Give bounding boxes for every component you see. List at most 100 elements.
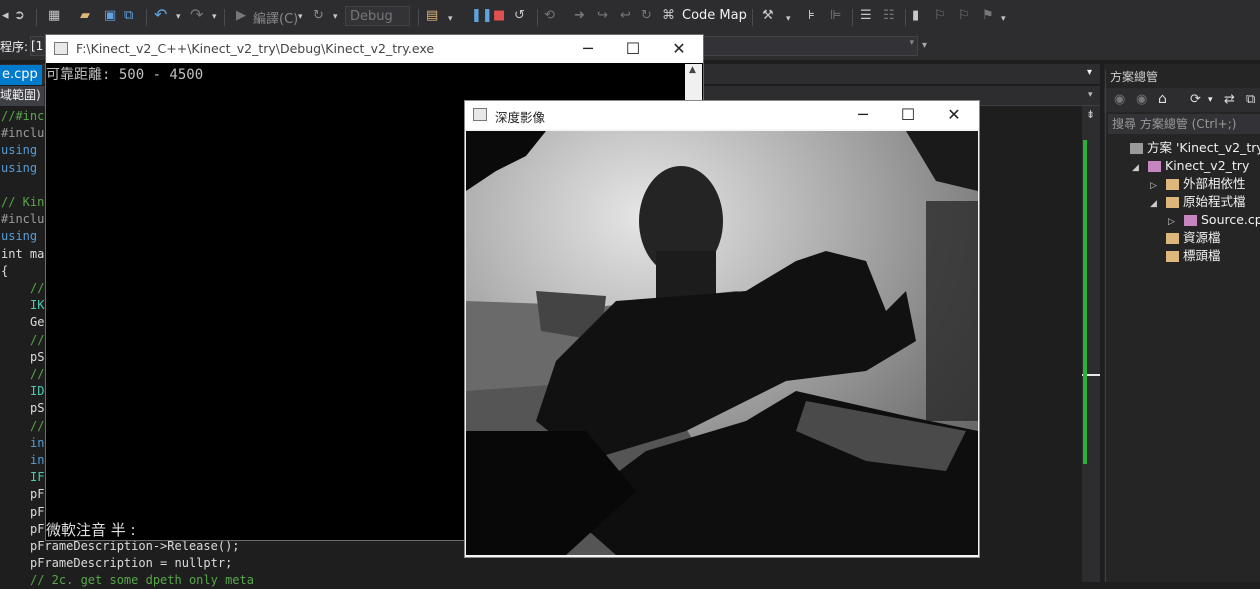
console-scroll-up-icon[interactable]: ▲ [689, 65, 696, 75]
collapse-all-icon[interactable]: ⧉ [1246, 92, 1255, 107]
console-maximize-button[interactable]: ☐ [611, 37, 655, 61]
scope-select[interactable]: 域範圍) [0, 86, 44, 105]
code-line: pF [30, 487, 45, 502]
tree-item-label: 方案 'Kinect_v2_try' (1 [1147, 140, 1260, 155]
configuration-value: Debug [350, 9, 393, 24]
save-all-icon[interactable]: ⧉ [124, 8, 133, 23]
tab-source-cpp[interactable]: e.cpp [0, 65, 42, 85]
collapsed-arrow-icon[interactable]: ▷ [1150, 178, 1166, 194]
history-icon[interactable]: ⟳ [1190, 92, 1201, 107]
more-dropdown-icon[interactable]: ▾ [1001, 14, 1006, 24]
tree-item[interactable]: 方案 'Kinect_v2_try' (1 [1114, 140, 1260, 156]
open-icon[interactable]: ▰ [80, 8, 90, 23]
stack-frame-select[interactable]: ▾ [702, 36, 918, 56]
code-line: #inclu [1, 212, 45, 227]
tools-dropdown-icon[interactable]: ▾ [786, 14, 791, 24]
clear-bookmark-icon[interactable]: ⚑ [982, 8, 994, 23]
se-forward-icon[interactable]: ◉ [1136, 92, 1147, 107]
console-minimize-button[interactable]: ─ [566, 37, 610, 61]
find-dropdown-icon[interactable]: ▾ [448, 14, 453, 24]
code-line: // [30, 367, 45, 381]
sync-icon[interactable]: ⇄ [1224, 92, 1235, 107]
folder-icon [1166, 179, 1179, 190]
code-line: #inclu [1, 126, 45, 141]
tree-item[interactable]: 標頭檔 [1150, 248, 1221, 264]
stop-icon[interactable]: ■ [493, 8, 505, 23]
tree-item[interactable]: ◢ 原始程式檔 [1150, 194, 1246, 212]
codemap-icon[interactable]: ⌘ [662, 8, 675, 23]
collapsed-arrow-icon[interactable]: ▷ [1168, 214, 1184, 230]
bookmark-icon[interactable]: ▮ [912, 8, 919, 23]
configuration-select[interactable]: Debug [345, 6, 410, 26]
uncomment-icon[interactable]: ☷ [883, 8, 895, 23]
comment-icon[interactable]: ☰ [860, 8, 872, 23]
tools-icon[interactable]: ⚒ [762, 8, 774, 23]
console-title: F:\Kinect_v2_C++\Kinect_v2_try\Debug\Kin… [76, 41, 435, 56]
refresh-icon[interactable]: ↻ [313, 8, 324, 23]
codemap-button[interactable]: Code Map [682, 8, 747, 23]
edit-dropdown-icon[interactable]: ▾ [298, 12, 303, 22]
tree-item[interactable]: ▷ 外部相依性 [1150, 176, 1246, 194]
depth-app-icon [473, 108, 487, 121]
step-into-icon[interactable]: ➜ [574, 8, 585, 23]
tree-item-label: 原始程式檔 [1183, 194, 1246, 209]
code-line: // Kin [1, 195, 45, 209]
show-next-icon[interactable]: ⟲ [544, 8, 555, 23]
console-scrollbar[interactable]: ▲ [685, 64, 702, 100]
folder-icon [1166, 251, 1179, 262]
redo-step-icon[interactable]: ↻ [641, 8, 652, 23]
tab-dropdown-icon[interactable]: ▾ [1087, 67, 1092, 78]
console-title-bar[interactable]: F:\Kinect_v2_C++\Kinect_v2_try\Debug\Kin… [46, 35, 703, 63]
start-icon[interactable]: ▶ [236, 8, 246, 23]
pause-icon[interactable]: ❚❚ [471, 8, 493, 23]
process-label: 程序: [0, 40, 29, 54]
undo-icon[interactable]: ↶ [154, 5, 167, 24]
find-icon[interactable]: ▤ [426, 8, 438, 23]
step-over-icon[interactable]: ↪ [597, 8, 608, 23]
next-bookmark-icon[interactable]: ⚐ [958, 8, 970, 23]
se-back-icon[interactable]: ◉ [1114, 92, 1125, 107]
tree-item[interactable]: 資源檔 [1150, 230, 1221, 246]
new-item-icon[interactable]: ▦ [48, 8, 60, 23]
code-line: Ge [30, 315, 45, 330]
code-line: pFrameDescription = nullptr; [30, 556, 233, 571]
split-icon[interactable]: ⇟ [1086, 108, 1095, 121]
code-line: { [1, 263, 9, 278]
expanded-arrow-icon[interactable]: ◢ [1150, 196, 1166, 212]
tree-item[interactable]: ◢ Kinect_v2_try [1132, 158, 1249, 176]
tab-label: e.cpp [2, 67, 38, 82]
step-out-icon[interactable]: ↩ [620, 8, 631, 23]
depth-image-window[interactable]: 深度影像 ─ ☐ ✕ [464, 100, 980, 558]
depth-close-button[interactable]: ✕ [932, 103, 976, 127]
depth-maximize-button[interactable]: ☐ [886, 103, 930, 127]
code-line: // [30, 332, 45, 347]
refresh-dropdown-icon[interactable]: ▾ [333, 12, 338, 22]
save-icon[interactable]: ▣ [104, 8, 116, 23]
align2-icon[interactable]: ⊫ [830, 8, 841, 23]
tree-item[interactable]: ▷ Source.cpp [1168, 212, 1260, 230]
project-icon [1148, 161, 1161, 172]
undo-dropdown-icon[interactable]: ▾ [176, 12, 181, 22]
folder-icon [1166, 233, 1179, 244]
prev-bookmark-icon[interactable]: ⚐ [934, 8, 946, 23]
depth-minimize-button[interactable]: ─ [841, 103, 885, 127]
redo-icon[interactable]: ↷ [190, 5, 203, 24]
row-overflow-icon[interactable]: ▾ [922, 40, 927, 51]
history-dropdown-icon[interactable]: ▾ [1208, 95, 1213, 105]
expanded-arrow-icon[interactable]: ◢ [1132, 160, 1148, 176]
depth-image [466, 131, 978, 555]
console-close-button[interactable]: ✕ [657, 37, 701, 61]
solution-search-input[interactable]: 搜尋 方案總管 (Ctrl+;) [1108, 114, 1260, 134]
restart-icon[interactable]: ↺ [514, 8, 525, 23]
forward-icon[interactable]: ➲ [14, 8, 25, 23]
main-toolbar: ◂ ➲ ▦ ▰ ▣ ⧉ ↶ ▾ ↷ ▾ ▶ 編譯(C) ▾ ↻ ▾ Debug … [0, 0, 1260, 34]
edit-button[interactable]: 編譯(C) [253, 8, 298, 27]
back-icon[interactable]: ◂ [2, 8, 9, 23]
redo-dropdown-icon[interactable]: ▾ [212, 12, 217, 22]
panel-divider [1105, 70, 1106, 582]
tree-item-label: 標頭檔 [1183, 248, 1221, 263]
align-icon[interactable]: ⊧ [808, 8, 815, 23]
member-dropdown-icon[interactable]: ▾ [1088, 90, 1093, 100]
depth-title-bar[interactable]: 深度影像 ─ ☐ ✕ [465, 101, 979, 129]
home-icon[interactable]: ⌂ [1158, 91, 1167, 107]
